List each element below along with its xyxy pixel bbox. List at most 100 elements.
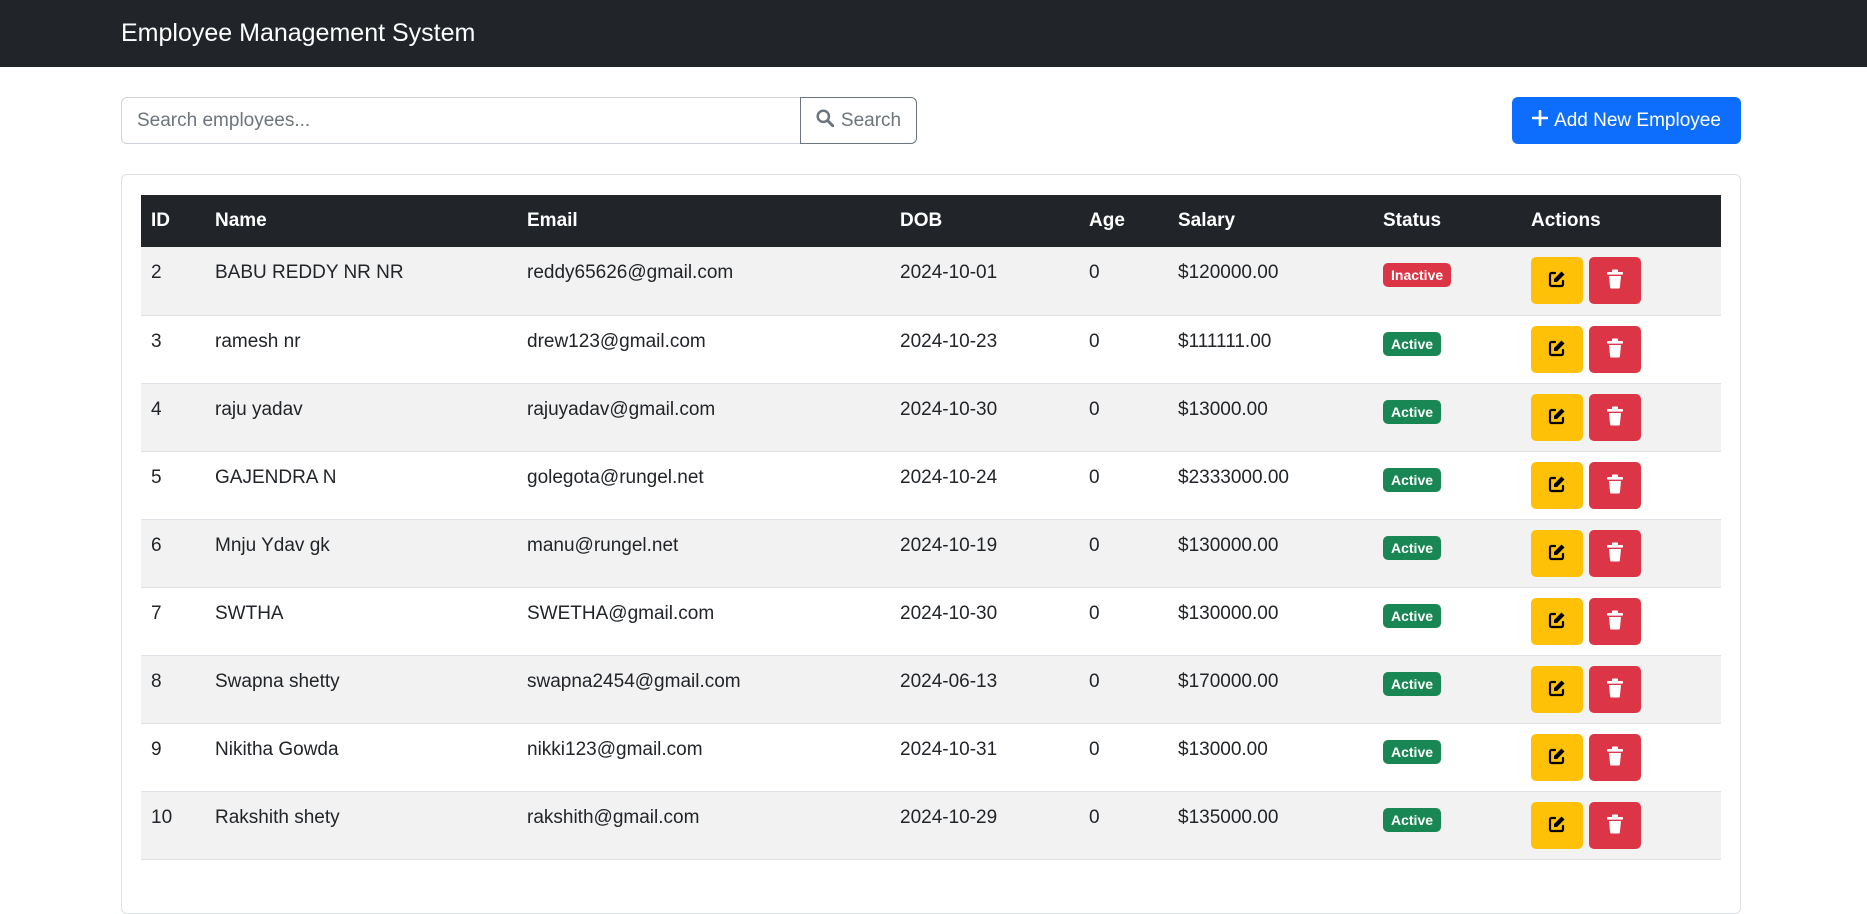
add-employee-button[interactable]: Add New Employee xyxy=(1512,97,1741,144)
delete-button[interactable] xyxy=(1589,529,1641,577)
delete-button[interactable] xyxy=(1589,325,1641,373)
status-badge: Active xyxy=(1383,603,1442,628)
cell-dob: 2024-10-23 xyxy=(900,330,998,352)
employee-table: ID Name Email DOB Age Salary Status Acti… xyxy=(141,195,1721,860)
cell-salary: $170000.00 xyxy=(1178,670,1279,692)
cell-email: manu@rungel.net xyxy=(527,534,679,556)
delete-button[interactable] xyxy=(1589,461,1641,509)
cell-actions xyxy=(1521,315,1721,383)
cell-salary: $130000.00 xyxy=(1178,534,1279,556)
delete-button[interactable] xyxy=(1589,257,1641,304)
delete-button[interactable] xyxy=(1589,801,1641,849)
row-actions xyxy=(1531,597,1711,645)
row-actions xyxy=(1531,665,1711,713)
edit-button[interactable] xyxy=(1531,733,1583,781)
edit-icon xyxy=(1547,474,1567,497)
table-row: 5 GAJENDRA N golegota@rungel.net 2024-10… xyxy=(141,451,1721,519)
cell-dob: 2024-10-24 xyxy=(900,466,998,488)
search-input[interactable] xyxy=(121,97,800,144)
search-button-label: Search xyxy=(840,109,902,131)
edit-icon xyxy=(1547,746,1567,769)
trash-icon xyxy=(1606,338,1624,361)
cell-name: ramesh nr xyxy=(215,330,301,352)
table-row: 9 Nikitha Gowda nikki123@gmail.com 2024-… xyxy=(141,723,1721,791)
edit-button[interactable] xyxy=(1531,257,1583,304)
table-row: 2 BABU REDDY NR NR reddy65626@gmail.com … xyxy=(141,247,1721,315)
header-age: Age xyxy=(1089,210,1125,231)
cell-id: 4 xyxy=(151,398,162,420)
trash-icon xyxy=(1606,406,1624,429)
cell-email: swapna2454@gmail.com xyxy=(527,670,741,692)
cell-name: BABU REDDY NR NR xyxy=(215,262,404,283)
edit-button[interactable] xyxy=(1531,529,1583,577)
row-actions xyxy=(1531,257,1711,304)
header-actions: Actions xyxy=(1531,210,1601,231)
trash-icon xyxy=(1606,814,1624,837)
delete-button[interactable] xyxy=(1589,665,1641,713)
edit-button[interactable] xyxy=(1531,461,1583,509)
status-badge: Inactive xyxy=(1383,263,1452,287)
cell-salary: $2333000.00 xyxy=(1178,466,1289,488)
cell-status: Active xyxy=(1373,315,1521,383)
search-button[interactable]: Search xyxy=(800,97,917,144)
cell-status: Active xyxy=(1373,451,1521,519)
table-row: 10 Rakshith shety rakshith@gmail.com 202… xyxy=(141,791,1721,859)
edit-icon xyxy=(1547,269,1567,292)
cell-email: reddy65626@gmail.com xyxy=(527,262,734,283)
row-actions xyxy=(1531,325,1711,373)
search-icon xyxy=(816,108,835,133)
cell-id: 3 xyxy=(151,330,162,352)
cell-age: 0 xyxy=(1089,330,1100,352)
cell-status: Active xyxy=(1373,383,1521,451)
cell-name: GAJENDRA N xyxy=(215,466,337,488)
cell-age: 0 xyxy=(1089,806,1100,828)
cell-actions xyxy=(1521,791,1721,859)
cell-actions xyxy=(1521,587,1721,655)
plus-icon xyxy=(1531,109,1549,132)
search-bar: Search xyxy=(121,97,917,144)
cell-actions xyxy=(1521,451,1721,519)
navbar-brand[interactable]: Employee Management System xyxy=(121,16,475,50)
cell-dob: 2024-10-30 xyxy=(900,602,998,624)
cell-status: Active xyxy=(1373,791,1521,859)
header-id: ID xyxy=(151,210,170,231)
edit-button[interactable] xyxy=(1531,393,1583,441)
cell-status: Active xyxy=(1373,519,1521,587)
cell-salary: $135000.00 xyxy=(1178,806,1279,828)
cell-email: SWETHA@gmail.com xyxy=(527,602,715,624)
navbar: Employee Management System xyxy=(0,0,1867,67)
cell-email: drew123@gmail.com xyxy=(527,330,706,352)
cell-status: Active xyxy=(1373,655,1521,723)
cell-dob: 2024-10-29 xyxy=(900,806,998,828)
cell-name: raju yadav xyxy=(215,398,303,420)
trash-icon xyxy=(1606,746,1624,769)
trash-icon xyxy=(1606,610,1624,633)
status-badge: Active xyxy=(1383,399,1442,424)
delete-button[interactable] xyxy=(1589,597,1641,645)
edit-icon xyxy=(1547,678,1567,701)
edit-icon xyxy=(1547,610,1567,633)
cell-email: rakshith@gmail.com xyxy=(527,806,700,828)
edit-button[interactable] xyxy=(1531,597,1583,645)
table-header-row: ID Name Email DOB Age Salary Status Acti… xyxy=(141,195,1721,247)
cell-salary: $13000.00 xyxy=(1178,398,1268,420)
edit-button[interactable] xyxy=(1531,325,1583,373)
edit-button[interactable] xyxy=(1531,665,1583,713)
delete-button[interactable] xyxy=(1589,733,1641,781)
cell-dob: 2024-10-30 xyxy=(900,398,998,420)
header-status: Status xyxy=(1383,210,1442,231)
trash-icon xyxy=(1606,269,1624,292)
header-salary: Salary xyxy=(1178,210,1236,231)
cell-id: 10 xyxy=(151,806,173,828)
cell-id: 7 xyxy=(151,602,162,624)
cell-dob: 2024-06-13 xyxy=(900,670,998,692)
cell-actions xyxy=(1521,247,1721,315)
edit-icon xyxy=(1547,542,1567,565)
edit-button[interactable] xyxy=(1531,801,1583,849)
cell-dob: 2024-10-19 xyxy=(900,534,998,556)
trash-icon xyxy=(1606,678,1624,701)
cell-actions xyxy=(1521,655,1721,723)
delete-button[interactable] xyxy=(1589,393,1641,441)
header-name: Name xyxy=(215,210,267,231)
row-actions xyxy=(1531,801,1711,849)
